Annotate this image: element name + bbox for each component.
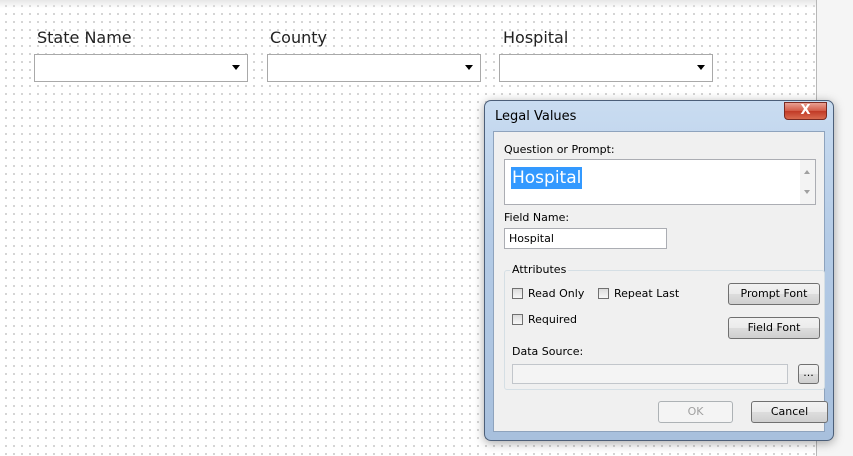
read-only-checkbox[interactable]	[512, 288, 523, 299]
question-value: Hospital	[511, 167, 583, 189]
county-dropdown[interactable]	[267, 54, 481, 82]
repeat-last-label[interactable]: Repeat Last	[614, 287, 679, 300]
question-label: Question or Prompt:	[504, 143, 615, 156]
data-source-input[interactable]	[512, 364, 788, 384]
chevron-down-icon	[232, 65, 240, 70]
browse-button[interactable]: ...	[798, 364, 819, 384]
hospital-dropdown[interactable]	[499, 54, 713, 82]
dialog-title: Legal Values	[495, 109, 577, 124]
dialog-body: Question or Prompt: Hospital Field Name:…	[493, 131, 828, 432]
question-textarea[interactable]: Hospital	[504, 159, 816, 205]
field-font-button[interactable]: Field Font	[728, 317, 820, 339]
close-icon: X	[800, 103, 811, 118]
canvas-top-shade	[0, 0, 816, 8]
close-button[interactable]: X	[784, 102, 827, 120]
prompt-font-button[interactable]: Prompt Font	[728, 283, 820, 305]
scroll-down-icon[interactable]	[804, 190, 810, 194]
hospital-label[interactable]: Hospital	[503, 28, 568, 47]
repeat-last-checkbox[interactable]	[598, 288, 609, 299]
state-name-dropdown[interactable]	[34, 54, 248, 82]
chevron-down-icon	[697, 65, 705, 70]
county-label[interactable]: County	[270, 28, 327, 47]
required-label[interactable]: Required	[528, 313, 577, 326]
ok-button[interactable]: OK	[658, 401, 733, 423]
attributes-label: Attributes	[510, 263, 569, 276]
question-scrollbar[interactable]	[800, 160, 815, 204]
field-name-input[interactable]: Hospital	[504, 228, 667, 249]
data-source-label: Data Source:	[512, 345, 584, 358]
required-checkbox[interactable]	[512, 314, 523, 325]
cancel-button[interactable]: Cancel	[751, 401, 828, 423]
legal-values-dialog: Legal Values X Question or Prompt: Hospi…	[484, 100, 834, 441]
state-name-label[interactable]: State Name	[37, 28, 132, 47]
scroll-up-icon[interactable]	[804, 170, 810, 174]
field-name-label: Field Name:	[504, 211, 570, 224]
read-only-label[interactable]: Read Only	[528, 287, 584, 300]
chevron-down-icon	[465, 65, 473, 70]
